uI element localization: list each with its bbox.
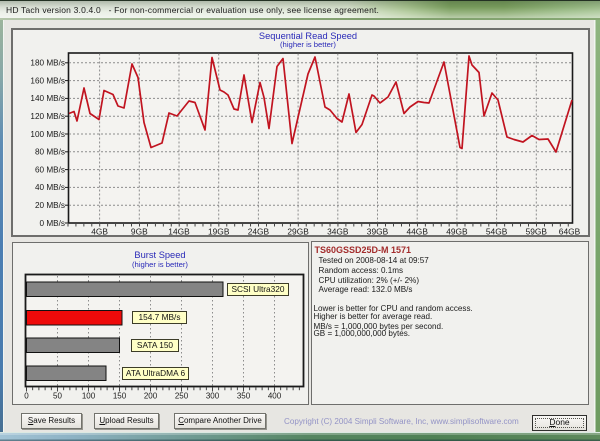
- svg-text:59GB: 59GB: [526, 226, 548, 236]
- svg-text:300: 300: [206, 392, 220, 401]
- svg-text:24GB: 24GB: [248, 226, 270, 236]
- svg-text:400: 400: [268, 392, 282, 401]
- svg-text:9GB: 9GB: [131, 226, 148, 236]
- svg-text:44GB: 44GB: [406, 226, 428, 236]
- svg-text:100 MB/s: 100 MB/s: [30, 130, 65, 139]
- svg-text:20 MB/s: 20 MB/s: [35, 201, 65, 210]
- svg-text:34GB: 34GB: [327, 226, 349, 236]
- svg-text:350: 350: [237, 392, 251, 401]
- svg-text:100: 100: [82, 392, 96, 401]
- svg-text:49GB: 49GB: [446, 226, 468, 236]
- svg-text:40 MB/s: 40 MB/s: [35, 183, 65, 192]
- svg-text:64GB: 64GB: [559, 226, 581, 236]
- svg-text:4GB: 4GB: [91, 226, 108, 236]
- svg-text:150: 150: [113, 392, 127, 401]
- svg-text:0: 0: [24, 392, 29, 401]
- svg-text:120 MB/s: 120 MB/s: [30, 112, 65, 121]
- svg-text:160 MB/s: 160 MB/s: [30, 76, 65, 85]
- svg-text:80 MB/s: 80 MB/s: [35, 148, 65, 157]
- svg-text:39GB: 39GB: [367, 226, 389, 236]
- svg-text:19GB: 19GB: [208, 226, 230, 236]
- svg-text:140 MB/s: 140 MB/s: [30, 94, 65, 103]
- svg-text:0 MB/s: 0 MB/s: [40, 219, 65, 228]
- svg-text:180 MB/s: 180 MB/s: [30, 59, 65, 68]
- svg-text:250: 250: [175, 392, 189, 401]
- svg-text:54GB: 54GB: [486, 226, 508, 236]
- svg-text:14GB: 14GB: [168, 226, 190, 236]
- svg-text:200: 200: [144, 392, 158, 401]
- svg-text:60 MB/s: 60 MB/s: [35, 165, 65, 174]
- svg-text:29GB: 29GB: [287, 226, 309, 236]
- svg-text:50: 50: [53, 392, 62, 401]
